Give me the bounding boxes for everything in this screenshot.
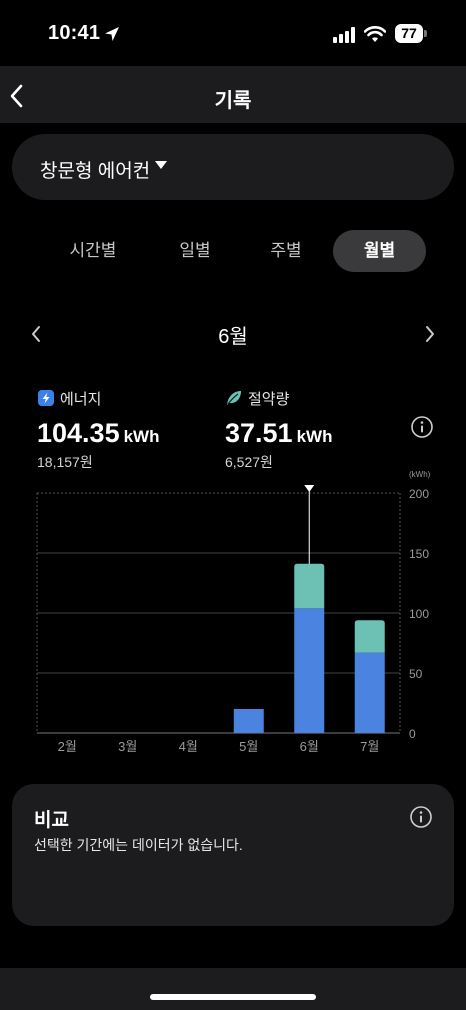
bar-energy — [294, 608, 325, 733]
page-title: 기록 — [214, 90, 252, 112]
energy-bolt-icon — [38, 390, 54, 406]
next-period-icon[interactable] — [424, 324, 436, 344]
bottom-bar — [0, 968, 466, 1010]
y-tick-label: 150 — [409, 547, 429, 561]
x-tick-label: 3월 — [118, 739, 137, 754]
energy-label: 에너지 — [60, 391, 102, 408]
leaf-icon — [227, 391, 241, 405]
y-tick-label: 0 — [409, 727, 416, 741]
wifi-icon — [364, 26, 386, 42]
x-tick-label: 6월 — [300, 739, 319, 754]
energy-value-number: 104.35 — [37, 418, 120, 448]
battery-level: 77 — [395, 24, 423, 43]
bar-saving — [354, 620, 385, 653]
saving-label: 절약량 — [248, 391, 290, 408]
status-time: 10:41 — [48, 22, 101, 44]
y-unit-label: (kWh) — [409, 470, 431, 479]
tab-monthly[interactable]: 월별 — [333, 230, 426, 272]
energy-value: 104.35 kWh — [37, 418, 159, 449]
chart-grid — [36, 492, 401, 734]
x-tick-label: 7월 — [360, 739, 379, 754]
info-icon[interactable] — [411, 416, 433, 438]
selected-marker-triangle — [304, 485, 315, 492]
compare-message: 선택한 기간에는 데이터가 없습니다. — [34, 837, 243, 853]
location-arrow-icon — [105, 27, 119, 41]
battery-indicator: 77 — [395, 24, 428, 44]
energy-unit: kWh — [123, 427, 160, 446]
bar-energy — [354, 652, 385, 733]
bar-saving — [294, 563, 325, 609]
caret-down-icon — [155, 161, 167, 169]
saving-unit: kWh — [296, 427, 333, 446]
period-label: 6월 — [218, 326, 248, 348]
tab-hourly[interactable]: 시간별 — [50, 230, 136, 272]
cellular-signal-icon — [333, 27, 355, 43]
saving-value-number: 37.51 — [225, 418, 293, 448]
compare-info-icon[interactable] — [410, 806, 432, 828]
compare-title: 비교 — [34, 810, 69, 831]
y-tick-label: 50 — [409, 667, 423, 681]
x-tick-label: 4월 — [179, 739, 198, 754]
device-name: 창문형 에어컨 — [40, 161, 151, 182]
x-tick-label: 5월 — [239, 739, 258, 754]
chart-bars — [233, 485, 385, 733]
home-indicator[interactable] — [150, 994, 316, 1000]
saving-value: 37.51 kWh — [225, 418, 332, 449]
tab-daily[interactable]: 일별 — [152, 230, 238, 272]
battery-tip — [424, 30, 427, 37]
compare-card — [12, 784, 454, 926]
tab-weekly[interactable]: 주별 — [243, 230, 329, 272]
bar-energy — [233, 709, 264, 733]
x-tick-label: 2월 — [58, 739, 77, 754]
monthly-energy-chart: 200 150 100 50 0 (kWh) 2월 3월 4월 5월 6월 7월 — [36, 470, 431, 754]
y-tick-label: 200 — [409, 487, 429, 501]
y-tick-label: 100 — [409, 607, 429, 621]
